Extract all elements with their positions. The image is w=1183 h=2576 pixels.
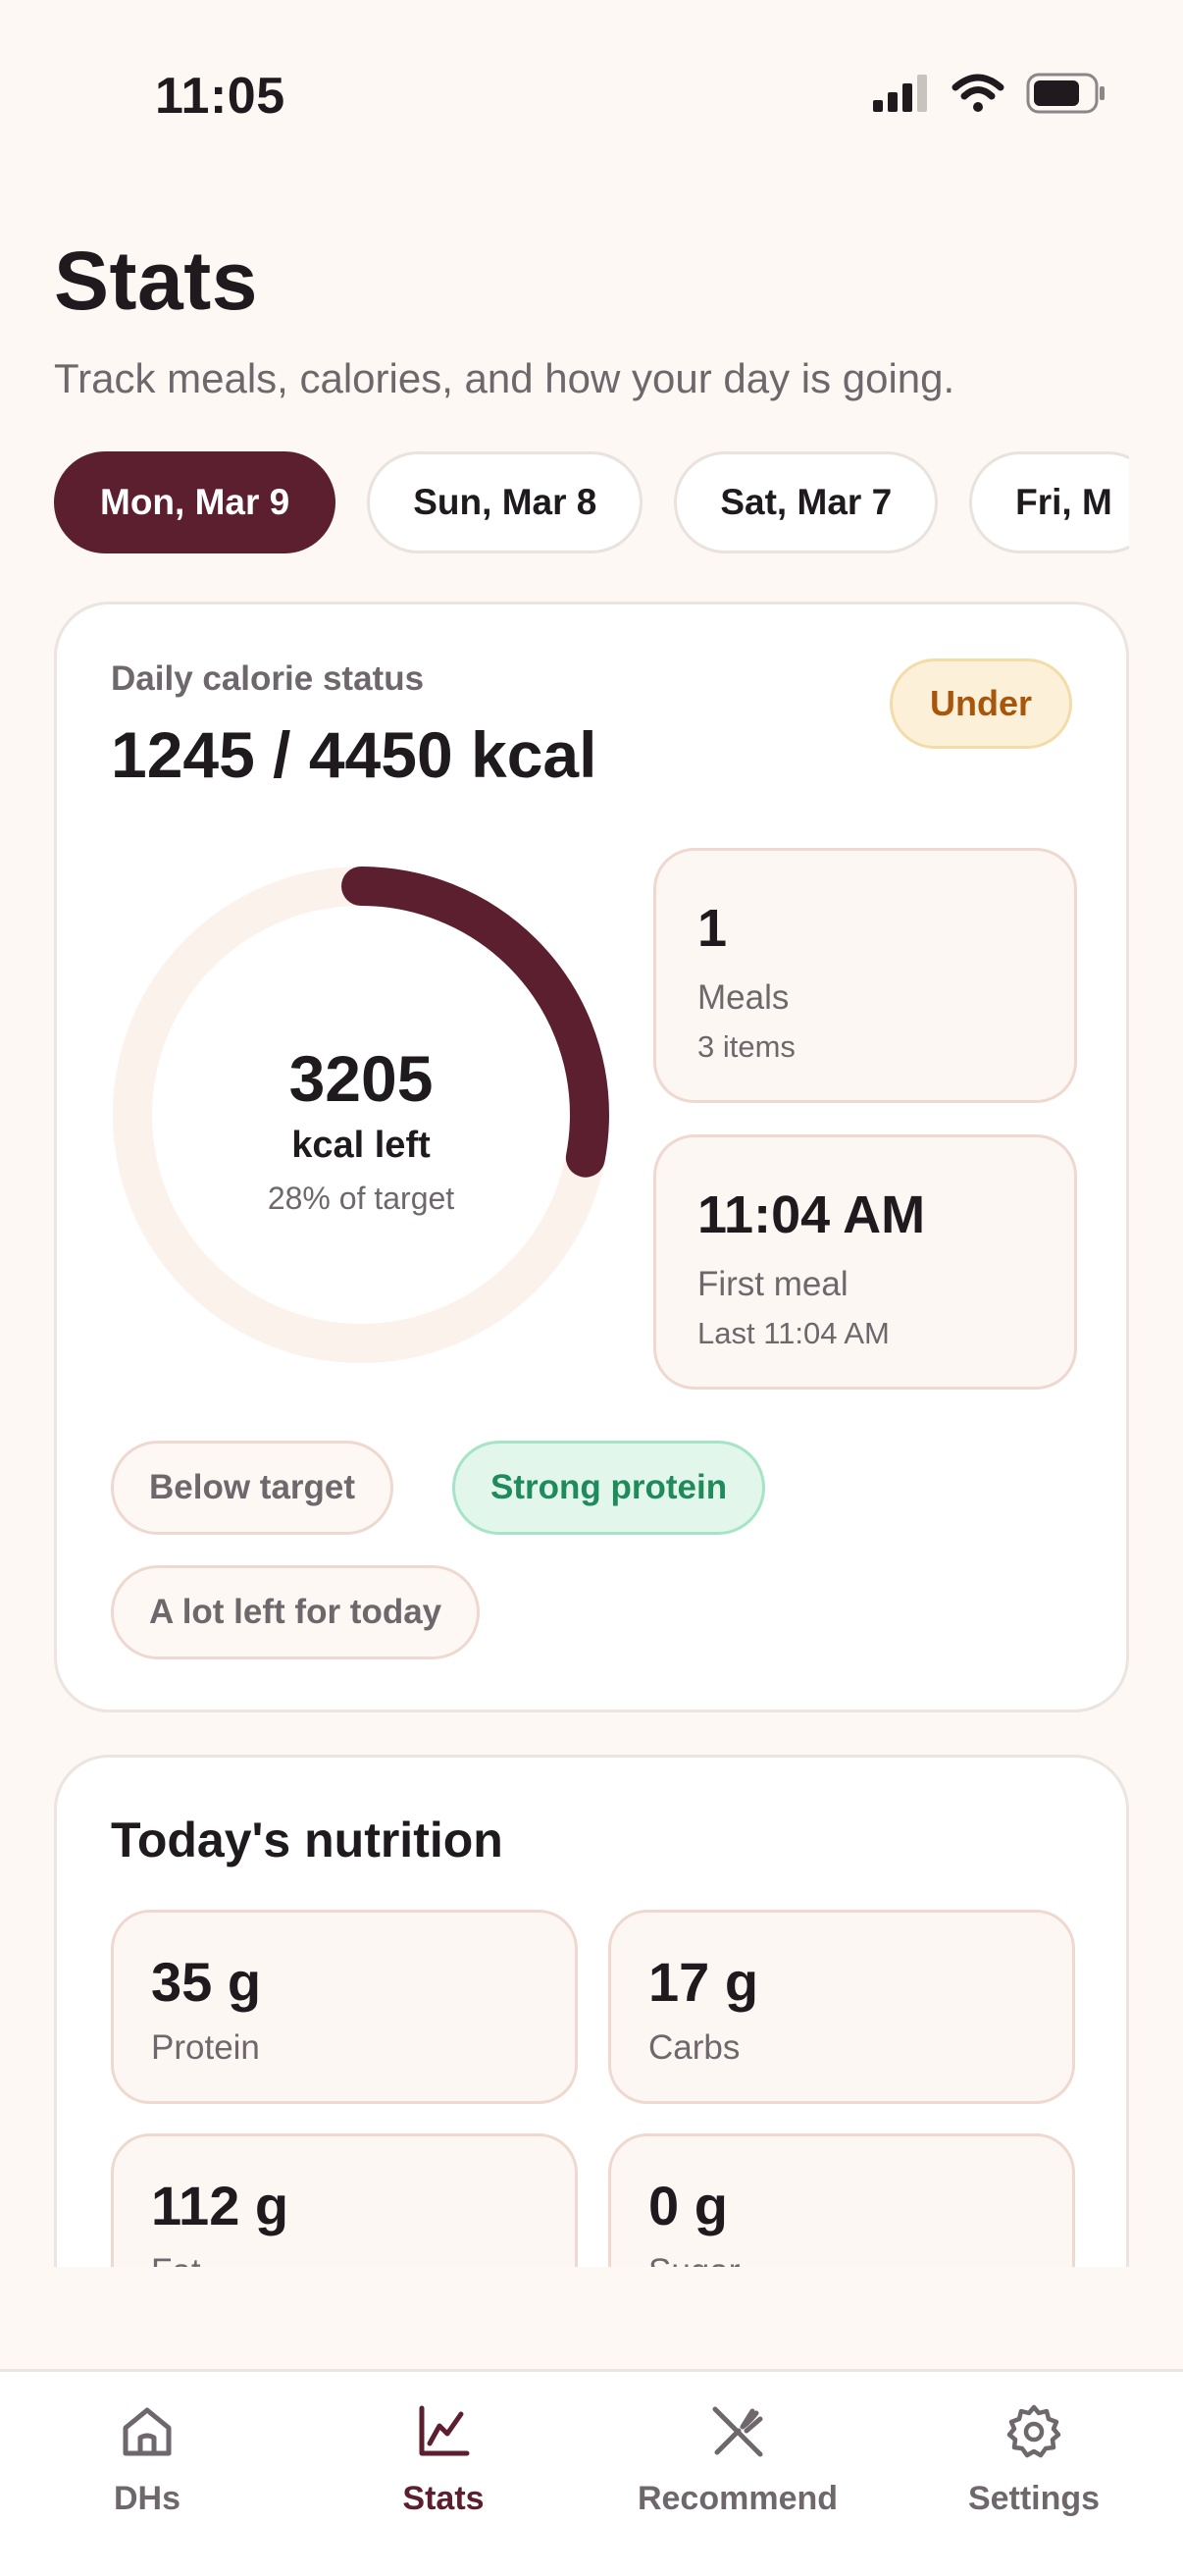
protein-value: 35 g xyxy=(151,1951,262,2013)
kcal-left-value: 3205 xyxy=(288,1042,434,1115)
first-meal-card: 11:04 AM First meal Last 11:04 AM xyxy=(653,1134,1077,1390)
calorie-status-card: Daily calorie status 1245 / 4450 kcal Un… xyxy=(54,602,1129,1712)
tab-settings[interactable]: Settings xyxy=(887,2397,1181,2518)
date-chip-mar-7[interactable]: Sat, Mar 7 xyxy=(674,451,939,553)
home-icon xyxy=(123,2407,172,2456)
kcal-left-label: kcal left xyxy=(291,1125,431,1166)
calorie-status-value: 1245 / 4450 kcal xyxy=(111,718,597,791)
target-percent: 28% of target xyxy=(267,1181,455,1216)
first-meal-time: 11:04 AM xyxy=(697,1185,926,1244)
chart-icon xyxy=(419,2405,470,2456)
tab-recommend-label: Recommend xyxy=(637,2480,839,2517)
date-chip-mar-8[interactable]: Sun, Mar 8 xyxy=(367,451,643,553)
tag-lot-left: A lot left for today xyxy=(111,1565,481,1659)
tab-settings-label: Settings xyxy=(967,2480,1101,2517)
date-chip-mar-6[interactable]: Fri, M xyxy=(969,451,1129,553)
wifi-icon xyxy=(952,74,1004,112)
tab-dhs[interactable]: DHs xyxy=(0,2397,294,2518)
page-title: Stats xyxy=(54,235,258,327)
tab-bar: DHs Stats Recommend Settings xyxy=(0,2369,1183,2576)
carbs-label: Carbs xyxy=(648,2028,741,2067)
first-meal-label: First meal xyxy=(697,1265,849,1303)
tag-strong-protein: Strong protein xyxy=(452,1441,766,1535)
nutrition-card: Today's nutrition 35 g Protein 17 g Carb… xyxy=(54,1755,1129,2343)
battery-icon xyxy=(1026,73,1105,114)
meals-count: 1 xyxy=(697,899,728,958)
tab-stats[interactable]: Stats xyxy=(296,2397,591,2518)
status-bar: 11:05 xyxy=(0,0,1183,186)
gear-icon xyxy=(1006,2404,1061,2458)
protein-label: Protein xyxy=(151,2028,260,2067)
tab-dhs-label: DHs xyxy=(113,2480,181,2517)
status-time: 11:05 xyxy=(155,68,285,125)
calorie-status-label: Daily calorie status xyxy=(111,659,425,698)
nutrition-title: Today's nutrition xyxy=(111,1813,503,1867)
last-meal-time: Last 11:04 AM xyxy=(697,1316,890,1350)
tab-stats-label: Stats xyxy=(402,2480,485,2517)
date-chip-mar-9[interactable]: Mon, Mar 9 xyxy=(54,451,336,553)
tag-below-target: Below target xyxy=(111,1441,394,1535)
ring-center: 3205 kcal left 28% of target xyxy=(111,865,611,1365)
status-icons xyxy=(873,73,1106,114)
utensils-icon xyxy=(712,2406,763,2457)
sugar-value: 0 g xyxy=(648,2175,728,2236)
meals-items: 3 items xyxy=(697,1029,796,1064)
tab-recommend[interactable]: Recommend xyxy=(591,2397,885,2518)
status-badge: Under xyxy=(889,658,1072,749)
carbs-value: 17 g xyxy=(648,1951,759,2013)
page-subtitle: Track meals, calories, and how your day … xyxy=(54,355,955,401)
nutrition-item-carbs: 17 g Carbs xyxy=(608,1910,1075,2104)
meals-label: Meals xyxy=(697,978,790,1017)
nutrition-item-protein: 35 g Protein xyxy=(111,1910,578,2104)
scroll-clip xyxy=(0,2267,1183,2369)
cellular-signal-icon xyxy=(873,75,927,112)
fat-value: 112 g xyxy=(151,2175,289,2236)
date-selector: Mon, Mar 9 Sun, Mar 8 Sat, Mar 7 Fri, M xyxy=(54,451,1129,559)
meals-card: 1 Meals 3 items xyxy=(653,848,1077,1103)
